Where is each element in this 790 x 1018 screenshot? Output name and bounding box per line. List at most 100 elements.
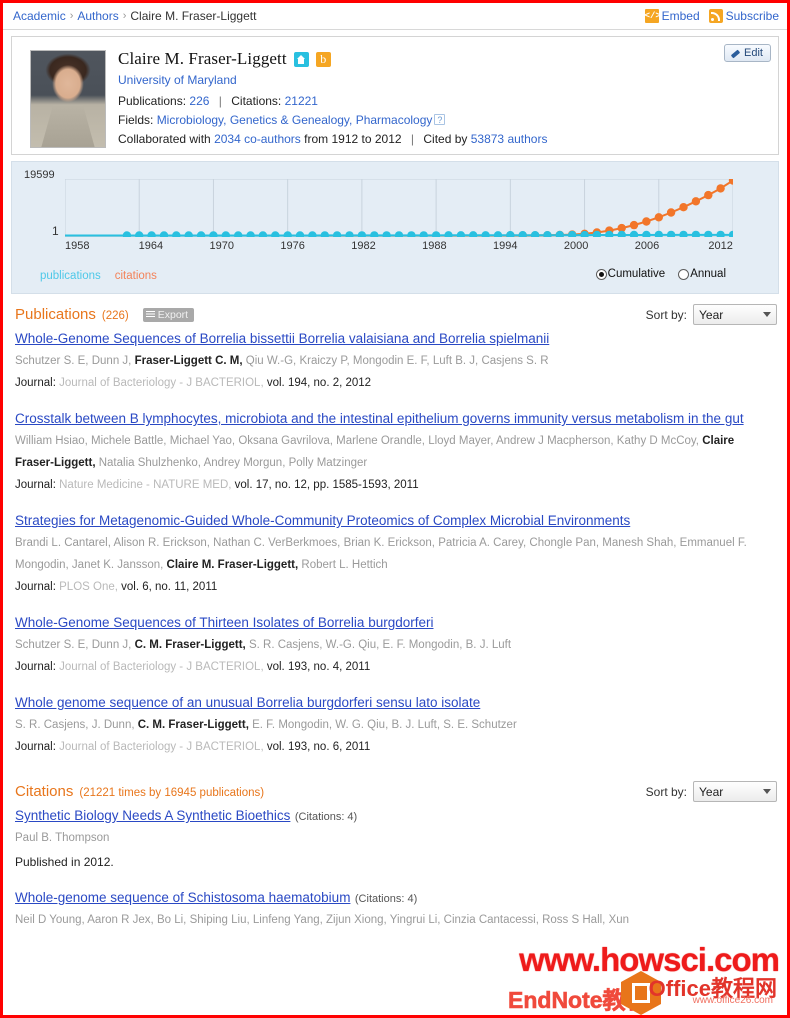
coauthors-link[interactable]: 2034 co-authors: [214, 132, 301, 146]
data-point[interactable]: [332, 231, 342, 237]
author-name[interactable]: Fraser-Liggett C. M,: [135, 355, 243, 367]
export-button[interactable]: Export: [142, 307, 195, 322]
data-point[interactable]: [184, 231, 193, 237]
author-name[interactable]: Marlene Orandle,: [336, 435, 425, 447]
author-name[interactable]: Alison R. Erickson,: [113, 537, 210, 549]
author-name[interactable]: B. J. Luft,: [391, 719, 440, 731]
author-name[interactable]: Shiping Liu,: [190, 914, 250, 926]
author-name[interactable]: W. G. Qiu,: [335, 719, 388, 731]
data-point[interactable]: [481, 231, 490, 237]
author-name[interactable]: Kathy D McCoy,: [617, 435, 699, 447]
data-point[interactable]: [506, 231, 515, 237]
author-name[interactable]: Manesh Shah,: [602, 537, 676, 549]
author-name[interactable]: Schutzer S. E,: [15, 355, 89, 367]
legend-citations[interactable]: citations: [115, 270, 157, 282]
data-point[interactable]: [345, 231, 354, 237]
entry-title[interactable]: Crosstalk between B lymphocytes, microbi…: [15, 411, 744, 426]
data-point[interactable]: [679, 230, 688, 237]
author-name[interactable]: J. Dunn,: [92, 719, 135, 731]
author-name[interactable]: S. R. Casjens,: [249, 639, 323, 651]
data-point[interactable]: [357, 231, 367, 237]
author-name[interactable]: S. E. Schutzer: [443, 719, 517, 731]
data-point[interactable]: [271, 231, 280, 237]
author-name[interactable]: Bo Li,: [157, 914, 186, 926]
author-name[interactable]: Lloyd Mayer,: [428, 435, 493, 447]
data-point[interactable]: [382, 231, 391, 237]
author-name[interactable]: Luft B. J,: [433, 355, 478, 367]
data-point[interactable]: [419, 231, 428, 237]
data-point[interactable]: [555, 230, 564, 237]
publications-sort-select[interactable]: Year: [693, 304, 777, 325]
publications-count[interactable]: 226: [189, 94, 209, 108]
radio-cumulative-dot[interactable]: [595, 268, 607, 280]
data-point[interactable]: [196, 231, 206, 237]
data-point[interactable]: [394, 231, 404, 237]
data-point[interactable]: [679, 203, 688, 212]
author-name[interactable]: Casjens S. R: [481, 355, 548, 367]
data-point[interactable]: [691, 230, 701, 237]
author-name[interactable]: Polly Matzinger: [289, 457, 368, 469]
author-name[interactable]: Cinzia Cantacessi,: [444, 914, 539, 926]
author-name[interactable]: Yingrui Li,: [390, 914, 441, 926]
author-name[interactable]: W.-G. Qiu,: [326, 639, 380, 651]
data-point[interactable]: [444, 231, 453, 237]
field-pharmacology[interactable]: Pharmacology: [356, 113, 433, 127]
data-point[interactable]: [246, 231, 255, 237]
data-point[interactable]: [308, 231, 317, 237]
subscribe-button[interactable]: Subscribe: [708, 9, 779, 23]
author-name[interactable]: Mongodin E. F,: [353, 355, 430, 367]
author-name[interactable]: Zijun Xiong,: [326, 914, 387, 926]
author-name[interactable]: C. M. Fraser-Liggett,: [135, 639, 246, 651]
entry-title[interactable]: Whole genome sequence of an unusual Borr…: [15, 695, 480, 710]
author-name[interactable]: E. F. Mongodin,: [383, 639, 463, 651]
entry-title[interactable]: Synthetic Biology Needs A Synthetic Bioe…: [15, 808, 290, 823]
data-point[interactable]: [704, 230, 713, 237]
data-point[interactable]: [469, 231, 478, 237]
citations-count[interactable]: 21221: [285, 94, 318, 108]
author-name[interactable]: Neil D Young,: [15, 914, 85, 926]
data-point[interactable]: [691, 197, 701, 206]
data-point[interactable]: [493, 231, 503, 237]
author-name[interactable]: Andrey Morgun,: [204, 457, 286, 469]
author-name[interactable]: Michele Battle,: [91, 435, 166, 447]
author-name[interactable]: Ross S Hall,: [542, 914, 605, 926]
journal-name[interactable]: Journal of Bacteriology - J BACTERIOL,: [59, 377, 264, 389]
data-point[interactable]: [456, 231, 466, 237]
author-name[interactable]: Brian K. Erickson,: [344, 537, 435, 549]
author-name[interactable]: Patricia A. Carey,: [438, 537, 526, 549]
data-point[interactable]: [258, 231, 268, 237]
author-name[interactable]: Brandi L. Cantarel,: [15, 537, 111, 549]
author-name[interactable]: Qiu W.-G,: [246, 355, 296, 367]
data-point[interactable]: [716, 230, 725, 237]
author-name[interactable]: Natalia Shulzhenko,: [99, 457, 201, 469]
author-name[interactable]: C. M. Fraser-Liggett,: [138, 719, 249, 731]
author-name[interactable]: Kraiczy P,: [299, 355, 349, 367]
author-name[interactable]: Xun: [609, 914, 629, 926]
author-name[interactable]: Linfeng Yang,: [253, 914, 323, 926]
data-point[interactable]: [629, 230, 639, 237]
data-point[interactable]: [209, 231, 218, 237]
data-point[interactable]: [518, 231, 527, 237]
author-name[interactable]: Janet K. Jansson,: [72, 559, 163, 571]
author-name[interactable]: B. J. Luft: [466, 639, 511, 651]
embed-button[interactable]: </> Embed: [644, 9, 700, 23]
entry-title[interactable]: Whole-genome sequence of Schistosoma hae…: [15, 890, 350, 905]
author-name[interactable]: S. R. Casjens,: [15, 719, 89, 731]
data-point[interactable]: [159, 231, 169, 237]
bing-b-icon[interactable]: b: [315, 51, 331, 67]
data-point[interactable]: [543, 231, 552, 237]
entry-title[interactable]: Whole-Genome Sequences of Thirteen Isola…: [15, 615, 433, 630]
cited-by-authors-link[interactable]: 53873 authors: [471, 132, 548, 146]
data-point[interactable]: [431, 231, 441, 237]
data-point[interactable]: [172, 231, 181, 237]
radio-cumulative[interactable]: Cumulative: [595, 268, 665, 280]
data-point[interactable]: [617, 230, 626, 237]
data-point[interactable]: [642, 217, 651, 226]
radio-annual[interactable]: Annual: [678, 268, 726, 280]
author-name[interactable]: Robert L. Hettich: [301, 559, 387, 571]
affiliation-link[interactable]: University of Maryland: [118, 73, 237, 87]
data-point[interactable]: [234, 231, 243, 237]
author-name[interactable]: Schutzer S. E,: [15, 639, 89, 651]
data-point[interactable]: [283, 231, 292, 237]
field-microbiology[interactable]: Microbiology,: [157, 113, 227, 127]
